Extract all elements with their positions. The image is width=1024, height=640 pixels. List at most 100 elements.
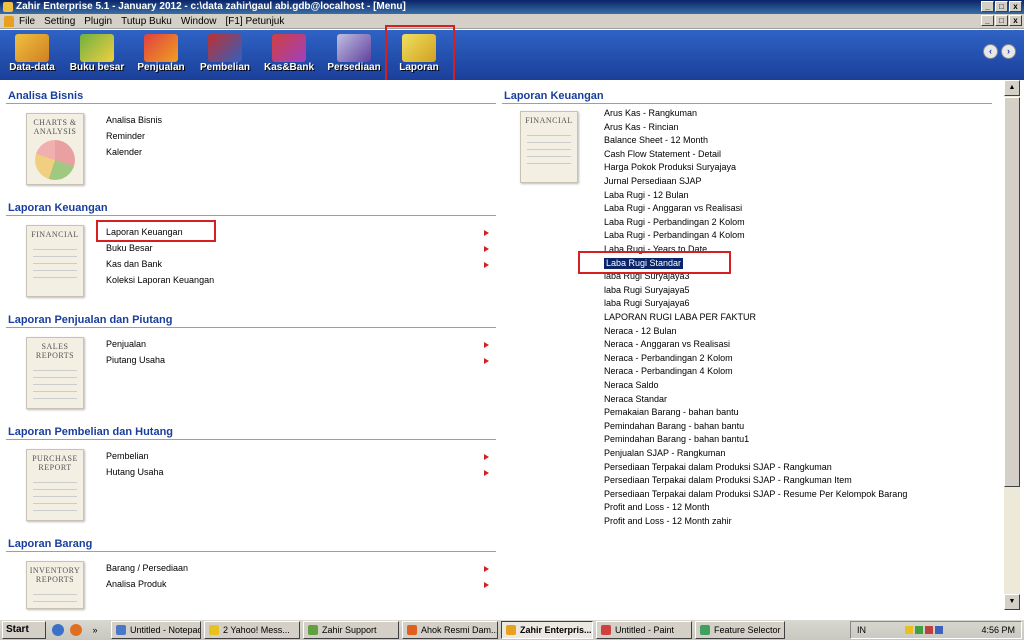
menu-content: Analisa Bisnis CHARTS & ANALYSIS Analisa…: [0, 80, 1004, 610]
nav-next-button[interactable]: ›: [1001, 44, 1016, 59]
tray-antivirus-icon[interactable]: [924, 626, 933, 634]
report-item[interactable]: Balance Sheet - 12 Month: [604, 135, 708, 146]
ie-icon[interactable]: [52, 624, 64, 636]
link-koleksi-laporan[interactable]: Koleksi Laporan Keuangan: [106, 275, 214, 286]
report-item[interactable]: Neraca - 12 Bulan: [604, 326, 677, 337]
submenu-arrow-icon[interactable]: [484, 262, 489, 268]
report-item[interactable]: Neraca Standar: [604, 394, 667, 405]
report-item[interactable]: Persediaan Terpakai dalam Produksi SJAP …: [604, 462, 832, 473]
submenu-arrow-icon[interactable]: [484, 470, 489, 476]
report-item[interactable]: Pemindahan Barang - bahan bantu: [604, 421, 744, 432]
link-hutang-usaha[interactable]: Hutang Usaha: [106, 467, 164, 478]
report-item[interactable]: LAPORAN RUGI LABA PER FAKTUR: [604, 312, 756, 323]
thumb-sales-reports[interactable]: SALES REPORTS: [26, 337, 84, 409]
link-buku-besar[interactable]: Buku Besar: [106, 243, 153, 254]
nav-prev-button[interactable]: ‹: [983, 44, 998, 59]
report-item[interactable]: Laba Rugi - Perbandingan 4 Kolom: [604, 230, 745, 241]
report-item[interactable]: Laba Rugi - Anggaran vs Realisasi: [604, 203, 742, 214]
submenu-arrow-icon[interactable]: [484, 566, 489, 572]
report-item[interactable]: Laba Rugi - Perbandingan 2 Kolom: [604, 217, 745, 228]
scroll-thumb[interactable]: [1004, 97, 1020, 487]
taskbar-button[interactable]: Untitled - Notepad: [111, 621, 201, 639]
child-minimize-button[interactable]: _: [981, 15, 994, 26]
vertical-scrollbar[interactable]: ▲ ▼: [1004, 80, 1020, 610]
report-item[interactable]: Arus Kas - Rincian: [604, 122, 679, 133]
report-item[interactable]: Neraca - Perbandingan 4 Kolom: [604, 366, 733, 377]
report-item[interactable]: Laba Rugi - 12 Bulan: [604, 190, 689, 201]
child-restore-button[interactable]: □: [995, 15, 1008, 26]
report-item[interactable]: Harga Pokok Produksi Suryajaya: [604, 162, 736, 173]
clock[interactable]: 4:56 PM: [981, 625, 1015, 635]
report-item[interactable]: Profit and Loss - 12 Month: [604, 502, 710, 513]
app-menu-icon[interactable]: [4, 15, 14, 27]
menu-file[interactable]: File: [19, 16, 35, 27]
link-kalender[interactable]: Kalender: [106, 147, 142, 158]
report-item[interactable]: laba Rugi Suryajaya6: [604, 298, 690, 309]
menu-help[interactable]: [F1] Petunjuk: [225, 16, 284, 27]
language-indicator[interactable]: IN: [857, 625, 866, 635]
toolbar-penjualan[interactable]: Penjualan: [132, 32, 190, 76]
scroll-up-icon[interactable]: ▲: [1004, 80, 1020, 96]
submenu-arrow-icon[interactable]: [484, 454, 489, 460]
thumb-purchase-report[interactable]: PURCHASE REPORT: [26, 449, 84, 521]
link-kas-dan-bank[interactable]: Kas dan Bank: [106, 259, 162, 270]
minimize-button[interactable]: _: [981, 1, 994, 12]
scroll-down-icon[interactable]: ▼: [1004, 594, 1020, 610]
tray-network-icon[interactable]: [914, 626, 923, 634]
firefox-icon[interactable]: [70, 624, 82, 636]
report-item[interactable]: Arus Kas - Rangkuman: [604, 108, 697, 119]
menu-window[interactable]: Window: [181, 16, 217, 27]
thumb-charts-analysis[interactable]: CHARTS & ANALYSIS: [26, 113, 84, 185]
link-barang-persediaan[interactable]: Barang / Persediaan: [106, 563, 188, 574]
tray-volume-icon[interactable]: [934, 626, 943, 634]
link-pembelian[interactable]: Pembelian: [106, 451, 149, 462]
thumb-inventory-reports[interactable]: INVENTORY REPORTS: [26, 561, 84, 609]
submenu-arrow-icon[interactable]: [484, 342, 489, 348]
toolbar-kas-bank[interactable]: Kas&Bank: [260, 32, 318, 76]
submenu-arrow-icon[interactable]: [484, 582, 489, 588]
report-item[interactable]: Neraca - Anggaran vs Realisasi: [604, 339, 730, 350]
link-reminder[interactable]: Reminder: [106, 131, 145, 142]
report-item[interactable]: Pemindahan Barang - bahan bantu1: [604, 434, 749, 445]
report-item[interactable]: Pemakaian Barang - bahan bantu: [604, 407, 739, 418]
link-piutang-usaha[interactable]: Piutang Usaha: [106, 355, 165, 366]
submenu-arrow-icon[interactable]: [484, 230, 489, 236]
taskbar-button[interactable]: Ahok Resmi Dam...: [402, 621, 498, 639]
close-button[interactable]: x: [1009, 1, 1022, 12]
submenu-arrow-icon[interactable]: [484, 358, 489, 364]
toolbar-data-data[interactable]: Data-data: [3, 32, 61, 76]
taskbar-button[interactable]: Zahir Support: [303, 621, 399, 639]
menu-setting[interactable]: Setting: [44, 16, 75, 27]
report-item[interactable]: Persediaan Terpakai dalam Produksi SJAP …: [604, 475, 852, 486]
taskbar-button[interactable]: Feature Selector: [695, 621, 785, 639]
toolbar-buku-besar[interactable]: Buku besar: [68, 32, 126, 76]
task-list: Untitled - Notepad 2 Yahoo! Mess... Zahir …: [108, 621, 785, 639]
report-item[interactable]: Cash Flow Statement - Detail: [604, 149, 721, 160]
link-analisa-bisnis[interactable]: Analisa Bisnis: [106, 115, 162, 126]
menu-tutup-buku[interactable]: Tutup Buku: [121, 16, 172, 27]
report-item[interactable]: Neraca - Perbandingan 2 Kolom: [604, 353, 733, 364]
link-penjualan[interactable]: Penjualan: [106, 339, 146, 350]
tray-yahoo-icon[interactable]: [904, 626, 913, 634]
thumb-financial[interactable]: FINANCIAL: [26, 225, 84, 297]
report-item[interactable]: Penjualan SJAP - Rangkuman: [604, 448, 725, 459]
start-button[interactable]: Start: [2, 621, 46, 639]
menu-plugin[interactable]: Plugin: [84, 16, 112, 27]
report-item[interactable]: Neraca Saldo: [604, 380, 659, 391]
maximize-button[interactable]: □: [995, 1, 1008, 12]
thumb-financial-reports[interactable]: FINANCIAL: [520, 111, 578, 183]
section-divider: [6, 439, 496, 440]
report-item[interactable]: Profit and Loss - 12 Month zahir: [604, 516, 732, 527]
report-item[interactable]: laba Rugi Suryajaya5: [604, 285, 690, 296]
link-analisa-produk[interactable]: Analisa Produk: [106, 579, 167, 590]
child-close-button[interactable]: x: [1009, 15, 1022, 26]
toolbar-pembelian[interactable]: Pembelian: [196, 32, 254, 76]
quicklaunch-more-icon[interactable]: »: [82, 625, 108, 635]
toolbar-persediaan[interactable]: Persediaan: [325, 32, 383, 76]
taskbar-button[interactable]: Zahir Enterpris...: [501, 621, 593, 639]
taskbar-button[interactable]: 2 Yahoo! Mess...: [204, 621, 300, 639]
report-item[interactable]: Persediaan Terpakai dalam Produksi SJAP …: [604, 489, 907, 500]
taskbar-button[interactable]: Untitled - Paint: [596, 621, 692, 639]
report-item[interactable]: Jurnal Persediaan SJAP: [604, 176, 702, 187]
submenu-arrow-icon[interactable]: [484, 246, 489, 252]
